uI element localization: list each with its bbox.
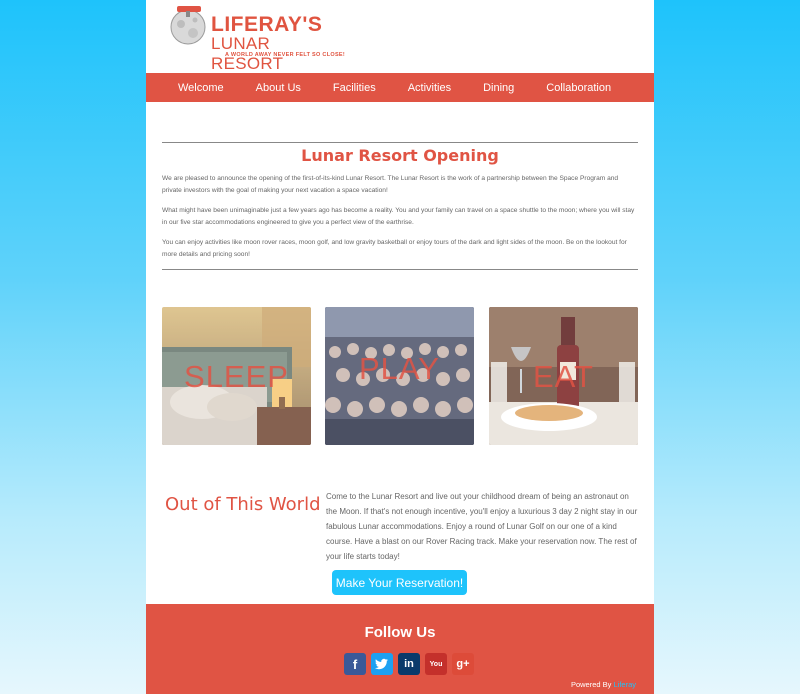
tile-label-play: PLAY bbox=[359, 351, 440, 386]
moon-logo-icon bbox=[170, 6, 206, 45]
promo-title: Out of This World bbox=[165, 494, 321, 515]
youtube-icon[interactable]: You bbox=[425, 653, 447, 675]
follow-us-title: Follow Us bbox=[364, 624, 436, 641]
announcement-section: Lunar Resort Opening We are pleased to a… bbox=[162, 142, 638, 270]
twitter-icon[interactable] bbox=[371, 653, 393, 675]
announcement-paragraph: We are pleased to announce the opening o… bbox=[162, 175, 619, 194]
liferay-link[interactable]: Liferay bbox=[613, 680, 636, 689]
nav-item-dining[interactable]: Dining bbox=[467, 82, 530, 94]
powered-by: Powered By Liferay bbox=[571, 680, 636, 689]
nav-item-facilities[interactable]: Facilities bbox=[317, 82, 392, 94]
nav-item-welcome[interactable]: Welcome bbox=[162, 82, 240, 94]
nav-item-collaboration[interactable]: Collaboration bbox=[530, 82, 627, 94]
logo-tagline: A WORLD AWAY NEVER FELT SO CLOSE! bbox=[225, 52, 346, 58]
facebook-icon[interactable]: f bbox=[344, 653, 366, 675]
tile-play[interactable]: PLAY bbox=[325, 307, 474, 445]
tile-label-sleep: SLEEP bbox=[184, 359, 289, 394]
nav-item-about-us[interactable]: About Us bbox=[240, 82, 317, 94]
main-nav: Welcome About Us Facilities Activities D… bbox=[146, 73, 654, 102]
make-reservation-button[interactable]: Make Your Reservation! bbox=[332, 570, 467, 595]
divider-top bbox=[162, 142, 638, 143]
page-container: LIFERAY'S LUNAR RESORT A WORLD AWAY NEVE… bbox=[146, 0, 654, 694]
nav-item-activities[interactable]: Activities bbox=[392, 82, 467, 94]
header: LIFERAY'S LUNAR RESORT A WORLD AWAY NEVE… bbox=[146, 0, 654, 73]
announcement-paragraph: You can enjoy activities like moon rover… bbox=[162, 239, 627, 258]
linkedin-icon[interactable]: in bbox=[398, 653, 420, 675]
tile-eat[interactable]: EAT bbox=[489, 307, 638, 445]
divider-bottom bbox=[162, 269, 638, 270]
social-links: f in You g+ bbox=[344, 653, 474, 675]
announcement-paragraph: What might have been unimaginable just a… bbox=[162, 207, 635, 226]
tile-label-eat: EAT bbox=[533, 359, 594, 394]
logo[interactable]: LIFERAY'S LUNAR RESORT A WORLD AWAY NEVE… bbox=[167, 4, 345, 73]
promo-text: Come to the Lunar Resort and live out yo… bbox=[326, 492, 638, 561]
footer: Follow Us f in You g+ Powered By Liferay bbox=[146, 604, 654, 694]
announcement-title: Lunar Resort Opening bbox=[301, 146, 499, 165]
tile-sleep[interactable]: SLEEP bbox=[162, 307, 311, 445]
googleplus-icon[interactable]: g+ bbox=[452, 653, 474, 675]
powered-by-label: Powered By bbox=[570, 680, 612, 689]
